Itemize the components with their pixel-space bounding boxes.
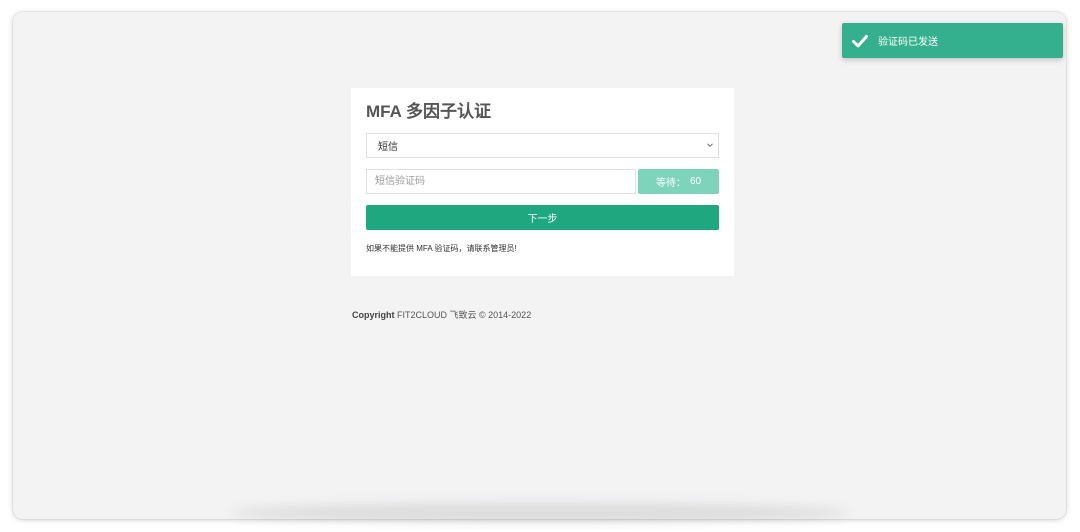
check-icon [850,31,870,51]
toast-message: 验证码已发送 [878,37,938,48]
copyright-label: Copyright [352,310,395,320]
chevron-down-icon [705,140,715,150]
page-title: MFA 多因子认证 [366,102,491,121]
mfa-method-selected: 短信 [378,142,398,153]
copyright-text: FIT2CLOUD 飞致云 © 2014-2022 [397,310,532,320]
sms-code-input[interactable] [366,169,636,194]
help-text: 如果不能提供 MFA 验证码，请联系管理员! [366,244,517,253]
wait-countdown: 60 [689,176,702,187]
window-shadow [230,504,850,522]
send-code-wait-button[interactable]: 等待： 60 [638,169,719,194]
mfa-method-select[interactable]: 短信 [366,133,719,158]
mfa-card: MFA 多因子认证 短信 等待： 60 下一步 如果不能提供 MFA 验证码，请… [351,88,734,276]
toast-notification: 验证码已发送 [842,23,1063,58]
browser-window: 验证码已发送 MFA 多因子认证 短信 等待： 60 下一步 如果不能提供 MF… [13,12,1066,519]
next-step-button[interactable]: 下一步 [366,205,719,230]
wait-label: 等待： [655,178,686,189]
copyright-footer: Copyright FIT2CLOUD 飞致云 © 2014-2022 [352,308,531,321]
